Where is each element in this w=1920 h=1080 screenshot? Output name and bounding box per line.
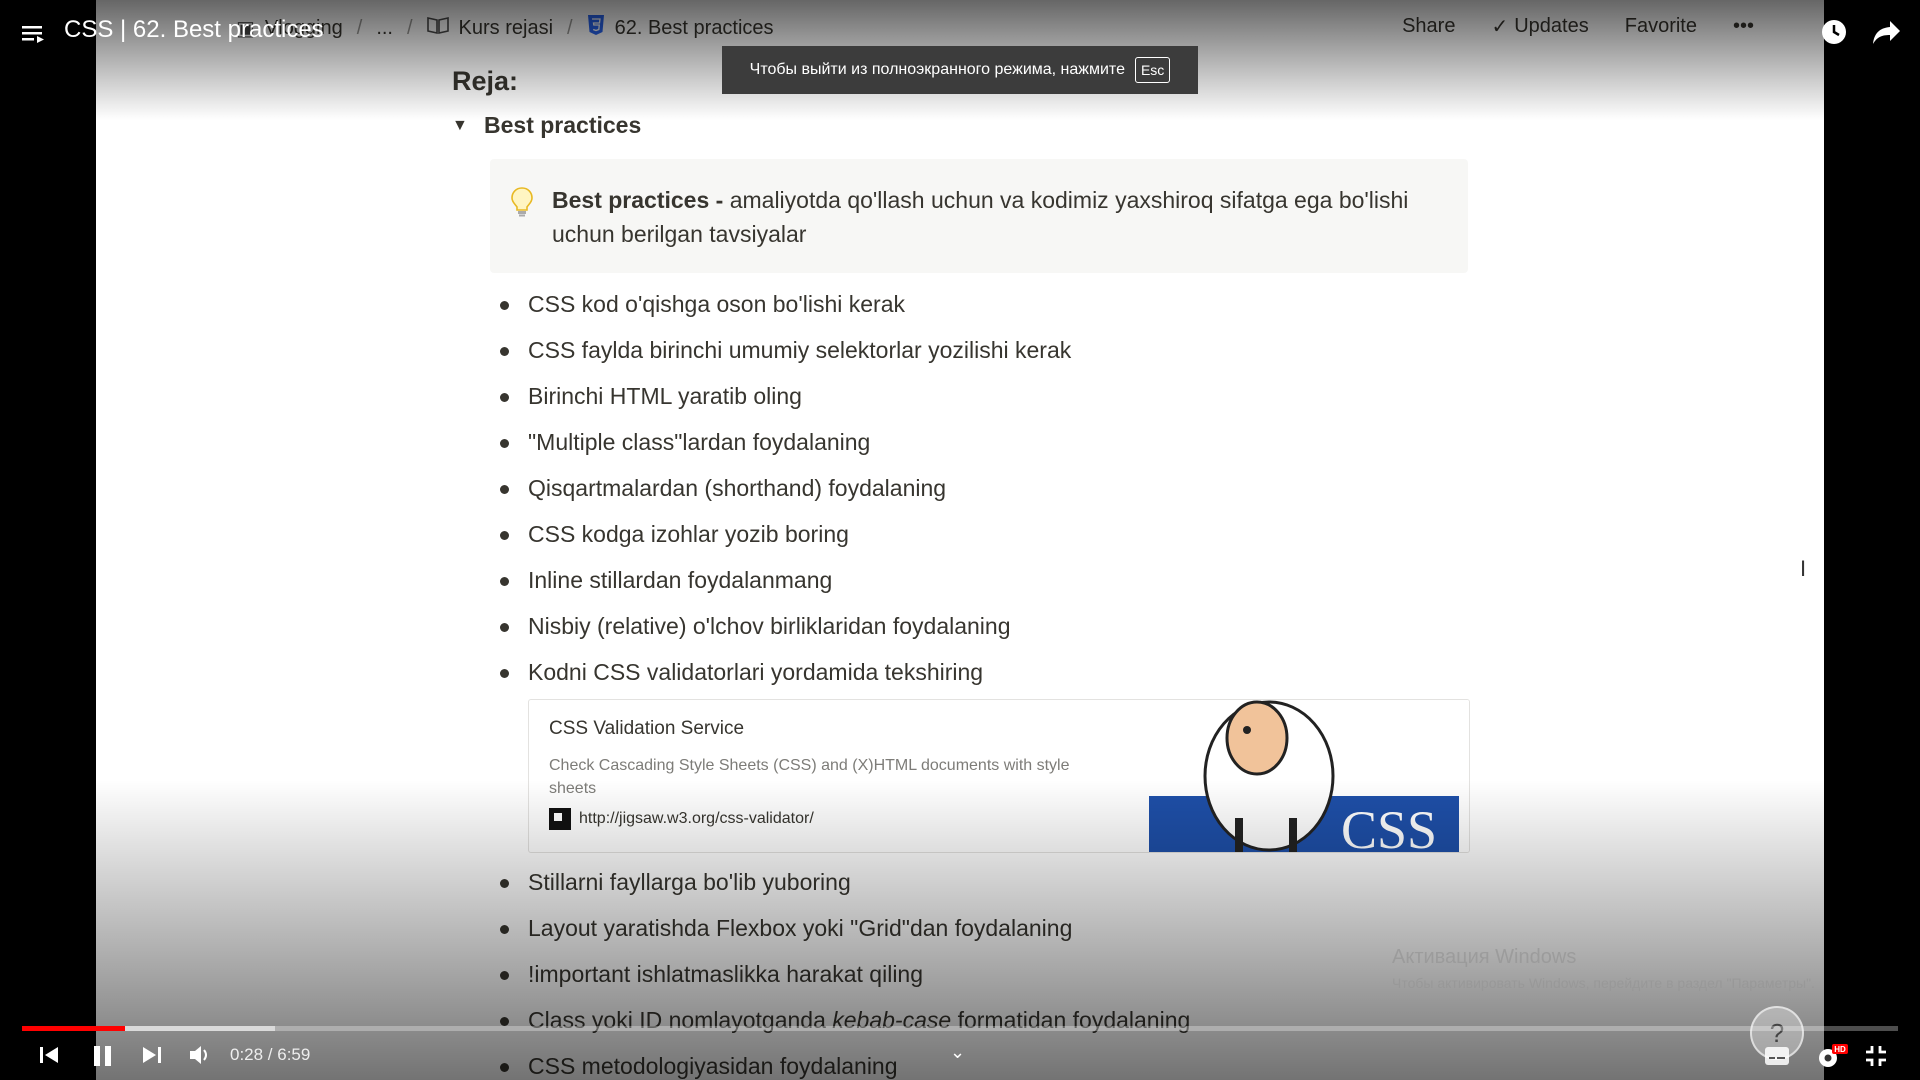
list-item: Nisbiy (relative) o'lchov birliklaridan … bbox=[500, 603, 1452, 649]
previous-icon[interactable] bbox=[38, 1044, 60, 1066]
list-item: Stillarni fayllarga bo'lib yuboring bbox=[500, 859, 1452, 905]
bookmark-description: Check Cascading Style Sheets (CSS) and (… bbox=[549, 757, 1070, 797]
time-display: 0:28 / 6:59 bbox=[230, 1045, 311, 1064]
list-item: CSS kodga izohlar yozib boring bbox=[500, 511, 1452, 557]
volume-icon[interactable] bbox=[188, 1044, 212, 1066]
breadcrumb-item-ellipsis[interactable]: ... bbox=[376, 17, 393, 40]
list-item: Inline stillardan foydalanmang bbox=[500, 557, 1452, 603]
more-options-icon[interactable]: ••• bbox=[1733, 15, 1754, 38]
esc-key-badge: Esc bbox=[1134, 57, 1171, 83]
updates-label: Updates bbox=[1514, 15, 1589, 37]
callout-text: Best practices - amaliyotda qo'llash uch… bbox=[552, 183, 1438, 251]
list-item: Layout yaratishda Flexbox yoki "Grid"dan… bbox=[500, 905, 1452, 951]
list-item: CSS kod o'qishga oson bo'lishi kerak bbox=[500, 281, 1452, 327]
share-button[interactable]: Share bbox=[1402, 15, 1455, 38]
windows-activation-watermark: Активация Windows Чтобы активировать Win… bbox=[1392, 946, 1815, 991]
activation-subtitle: Чтобы активировать Windows, перейдите в … bbox=[1392, 975, 1815, 991]
exit-fullscreen-icon[interactable] bbox=[1864, 1044, 1888, 1068]
check-icon: ✓ bbox=[1491, 16, 1509, 38]
favorite-button[interactable]: Favorite bbox=[1625, 15, 1697, 38]
list-item: !important ishlatmaslikka harakat qiling bbox=[500, 951, 1452, 997]
breadcrumb-separator: / bbox=[406, 16, 413, 39]
callout-bold: Best practices - bbox=[552, 187, 724, 213]
chevron-down-icon[interactable]: ⌄ bbox=[950, 1042, 965, 1063]
share-arrow-icon[interactable] bbox=[1872, 18, 1902, 46]
toast-text: Чтобы выйти из полноэкранного режима, на… bbox=[749, 61, 1125, 78]
list-item: "Multiple class"lardan foydalaning bbox=[500, 419, 1452, 465]
pause-icon[interactable] bbox=[92, 1044, 114, 1068]
breadcrumb-label: Kurs rejasi bbox=[458, 16, 554, 39]
bookmark-image: CSS bbox=[1139, 700, 1469, 853]
video-frame: ▣ Vlogging / ... / Kurs rejasi / 62. Bes… bbox=[96, 0, 1824, 1080]
toggle-arrow-icon[interactable]: ▼ bbox=[452, 117, 468, 135]
svg-text:CSS: CSS bbox=[1341, 800, 1437, 853]
playlist-menu-icon[interactable] bbox=[22, 24, 46, 44]
text-cursor-icon: I bbox=[1800, 556, 1807, 581]
lightbulb-icon bbox=[510, 186, 540, 223]
subtitles-icon[interactable] bbox=[1764, 1046, 1790, 1066]
settings-icon[interactable]: HD bbox=[1814, 1042, 1850, 1070]
bookmark-text: CSS Validation Service Check Cascading S… bbox=[529, 700, 1139, 852]
breadcrumb-item-current[interactable]: 62. Best practices bbox=[587, 14, 774, 42]
toggle-block[interactable]: ▼ Best practices bbox=[452, 112, 1452, 139]
book-icon bbox=[426, 16, 449, 40]
list-item: Birinchi HTML yaratib oling bbox=[500, 373, 1452, 419]
breadcrumb-label: 62. Best practices bbox=[614, 16, 774, 39]
breadcrumb-separator: / bbox=[567, 16, 573, 39]
svg-text:HD: HD bbox=[1834, 1045, 1846, 1054]
list-item: CSS faylda birinchi umumiy selektorlar y… bbox=[500, 327, 1452, 373]
player-controls: 0:28 / 6:59 ⌄ HD bbox=[0, 1036, 1920, 1076]
css3-shield-icon bbox=[587, 14, 605, 42]
page-content: Reja: ▼ Best practices Best practices - … bbox=[452, 60, 1470, 1080]
watch-later-icon[interactable] bbox=[1820, 18, 1848, 46]
fullscreen-exit-toast: Чтобы выйти из полноэкранного режима, на… bbox=[722, 46, 1198, 94]
progress-bar[interactable] bbox=[22, 1026, 1898, 1031]
list-item: Qisqartmalardan (shorthand) foydalaning bbox=[500, 465, 1452, 511]
bullet-list: CSS kod o'qishga oson bo'lishi kerak CSS… bbox=[452, 281, 1452, 695]
breadcrumb-separator: / bbox=[356, 16, 363, 39]
progress-played bbox=[22, 1026, 126, 1031]
sheep-logo-icon: CSS bbox=[1149, 700, 1459, 853]
callout-block: Best practices - amaliyotda qo'llash uch… bbox=[490, 159, 1468, 273]
breadcrumb-item-kurs-rejasi[interactable]: Kurs rejasi bbox=[426, 16, 554, 40]
w3c-favicon-icon bbox=[549, 808, 571, 830]
web-bookmark[interactable]: CSS Validation Service Check Cascading S… bbox=[528, 699, 1470, 853]
list-item: Kodni CSS validatorlari yordamida tekshi… bbox=[500, 649, 1452, 695]
bookmark-url[interactable]: http://jigsaw.w3.org/css-validator/ bbox=[579, 810, 814, 828]
activation-title: Активация Windows bbox=[1392, 946, 1577, 968]
breadcrumb-label: ... bbox=[376, 16, 393, 39]
video-title[interactable]: CSS | 62. Best practices bbox=[64, 16, 324, 44]
toggle-label: Best practices bbox=[484, 112, 642, 138]
player-top-right bbox=[1820, 18, 1902, 46]
next-icon[interactable] bbox=[141, 1044, 163, 1066]
notion-top-actions: Share ✓ Updates Favorite ••• bbox=[1402, 14, 1754, 39]
bookmark-title: CSS Validation Service bbox=[549, 718, 745, 739]
bookmark-url-row: http://jigsaw.w3.org/css-validator/ bbox=[549, 808, 1119, 830]
updates-button[interactable]: ✓ Updates bbox=[1491, 14, 1588, 39]
